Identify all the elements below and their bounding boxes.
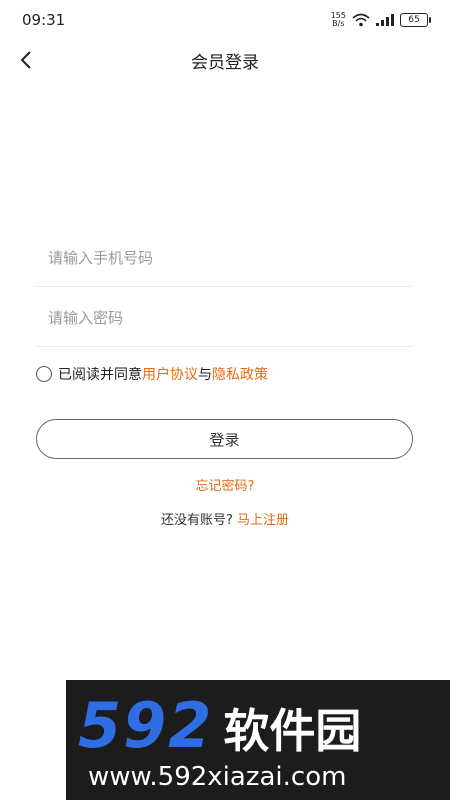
register-prompt: 还没有账号? bbox=[160, 513, 233, 528]
user-agreement-link[interactable]: 用户协议 bbox=[142, 364, 198, 384]
phone-field bbox=[36, 230, 414, 287]
agreement-prefix: 已阅读并同意 bbox=[58, 367, 142, 383]
battery-icon: 65 bbox=[400, 13, 431, 27]
watermark-logo: 592 软件园 bbox=[78, 694, 361, 763]
wifi-icon bbox=[352, 13, 370, 27]
forgot-password-link[interactable]: 忘记密码? bbox=[196, 479, 255, 494]
phone-input[interactable] bbox=[36, 230, 414, 286]
agreement-row: 已阅读并同意 用户协议 与 隐私政策 bbox=[36, 362, 268, 386]
network-speed: 155 B/s bbox=[331, 12, 346, 28]
signal-icon bbox=[376, 14, 394, 26]
register-row: 还没有账号? 马上注册 bbox=[0, 509, 450, 528]
status-time: 09:31 bbox=[22, 11, 66, 29]
register-link[interactable]: 马上注册 bbox=[237, 513, 289, 528]
status-icons: 155 B/s 65 bbox=[331, 10, 431, 30]
watermark-logo-text: 软件园 bbox=[223, 704, 362, 758]
watermark: 592 软件园 www.592xiazai.com bbox=[66, 680, 450, 800]
forgot-password-row: 忘记密码? bbox=[0, 475, 450, 494]
watermark-logo-number: 592 bbox=[78, 689, 214, 762]
network-speed-unit: B/s bbox=[332, 19, 345, 28]
privacy-policy-link[interactable]: 隐私政策 bbox=[212, 364, 268, 384]
agreement-connector: 与 bbox=[198, 367, 212, 383]
password-field bbox=[36, 290, 414, 347]
page-title: 会员登录 bbox=[191, 53, 259, 73]
status-bar: 09:31 155 B/s 65 bbox=[0, 0, 450, 40]
watermark-url: www.592xiazai.com bbox=[88, 762, 347, 792]
header: 会员登录 bbox=[0, 40, 450, 80]
password-input[interactable] bbox=[36, 290, 414, 346]
agreement-checkbox[interactable] bbox=[36, 366, 52, 382]
login-button[interactable]: 登录 bbox=[36, 419, 413, 459]
